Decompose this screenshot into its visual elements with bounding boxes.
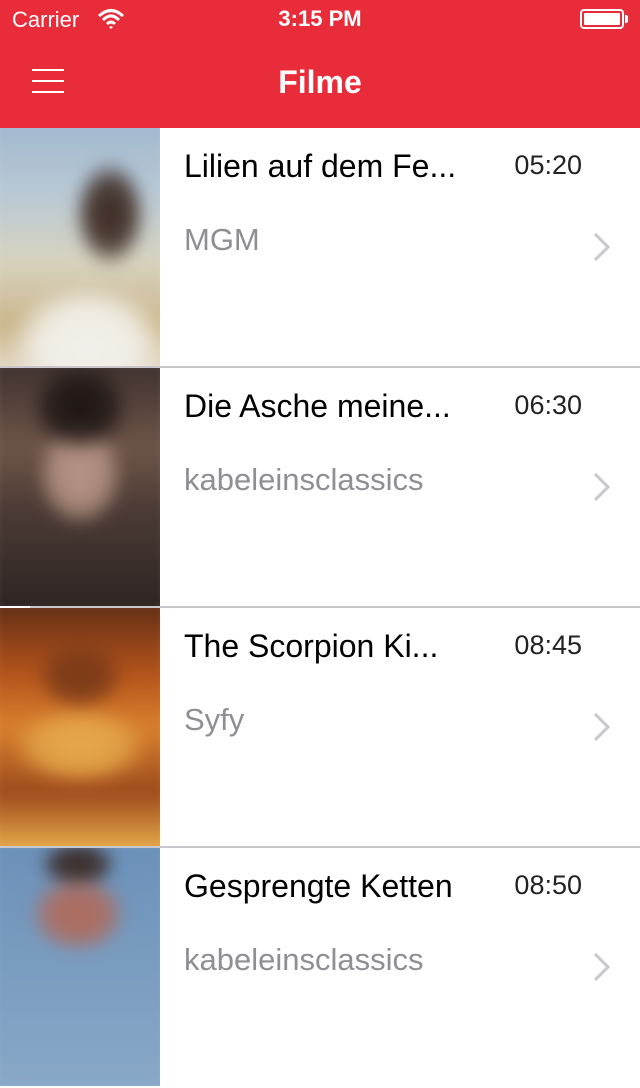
air-time: 06:30 [514,390,582,420]
poster-thumbnail [0,368,160,606]
movie-row[interactable]: Lilien auf dem Fe... 05:20 MGM [0,128,640,368]
movie-title: Lilien auf dem Fe... [184,148,457,184]
navigation-bar: Carrier 3:15 PM Filme [0,0,640,128]
clock: 3:15 PM [278,6,362,31]
movie-row[interactable]: Die Asche meine... 06:30 kabeleinsclassi… [0,368,640,608]
battery-icon [580,9,624,29]
air-time: 05:20 [514,150,582,180]
chevron-right-icon [593,952,611,982]
channel-name: MGM [184,222,260,257]
poster-thumbnail [0,848,160,1086]
page-title: Filme [278,64,362,100]
movie-list: Lilien auf dem Fe... 05:20 MGM Die Asche… [0,128,640,1088]
channel-name: Syfy [184,702,245,737]
movie-title: Gesprengte Ketten [184,868,453,904]
movie-row[interactable]: Gesprengte Ketten 08:50 kabeleinsclassic… [0,848,640,1088]
poster-thumbnail [0,608,160,846]
poster-thumbnail [0,128,160,366]
movie-title: The Scorpion Ki... [184,628,439,664]
air-time: 08:50 [514,870,582,900]
channel-name: kabeleinsclassics [184,462,424,497]
movie-row[interactable]: The Scorpion Ki... 08:45 Syfy [0,608,640,848]
channel-name: kabeleinsclassics [184,942,424,977]
chevron-right-icon [593,712,611,742]
chevron-right-icon [593,472,611,502]
movie-title: Die Asche meine... [184,388,451,424]
air-time: 08:45 [514,630,582,660]
battery-cap [625,15,628,23]
status-bar: Carrier 3:15 PM [0,0,640,40]
chevron-right-icon [593,232,611,262]
